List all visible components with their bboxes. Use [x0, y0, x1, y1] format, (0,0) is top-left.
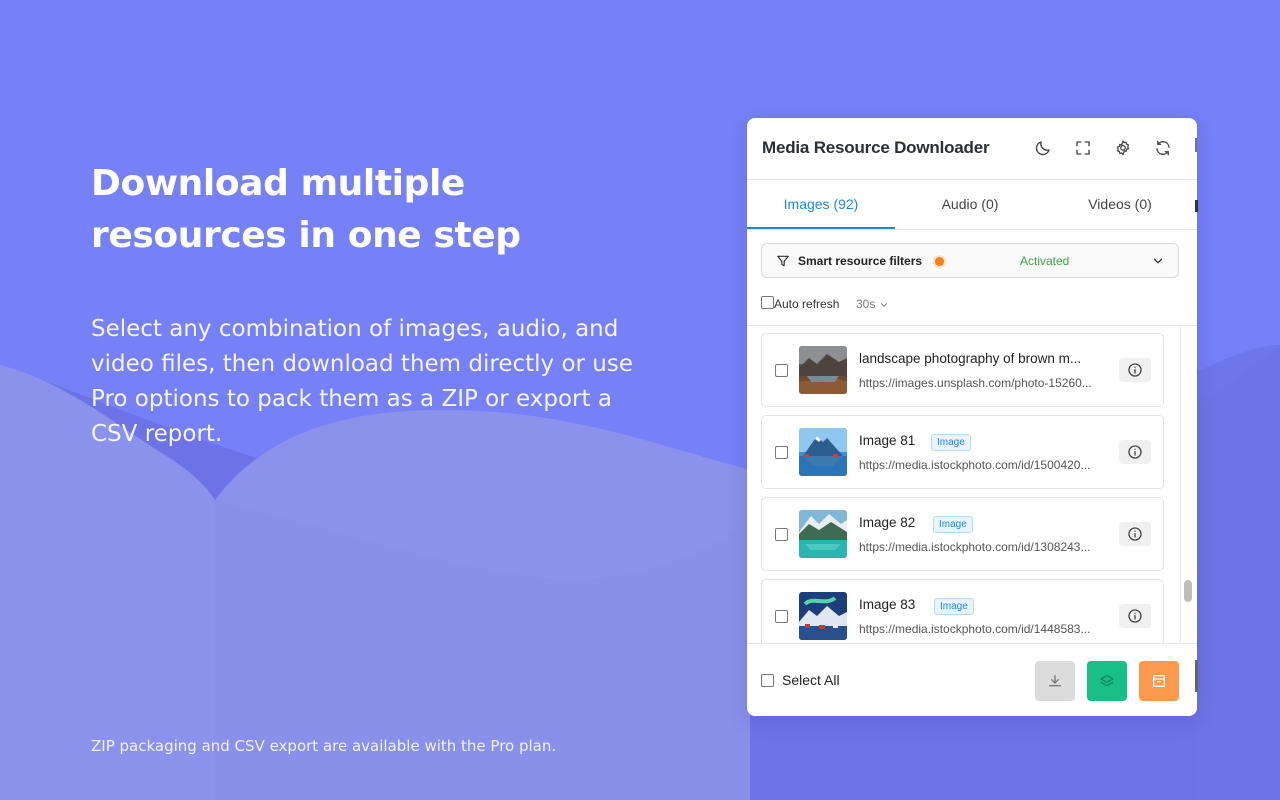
item-thumbnail [799, 346, 847, 394]
select-all-checkbox[interactable] [761, 674, 774, 687]
item-name: landscape photography of brown m... [859, 351, 1082, 366]
panel-edge-mark [1195, 138, 1197, 152]
list-item[interactable]: Image 82 Image https://media.istockphoto… [761, 497, 1164, 571]
resource-tabs: Images (92) Audio (0) Videos (0) [747, 180, 1197, 230]
active-tab-indicator [747, 227, 895, 229]
list-item[interactable]: Image 83 Image https://media.istockphoto… [761, 579, 1164, 643]
item-thumbnail [799, 592, 847, 640]
smart-filter-dropdown[interactable]: Smart resource filters Activated [761, 243, 1179, 278]
pro-plan-footnote: ZIP packaging and CSV export are availab… [91, 737, 557, 755]
item-url: https://media.istockphoto.com/id/1448583… [859, 622, 1091, 636]
auto-refresh-label: Auto refresh [774, 297, 840, 311]
hero-title: Download multiple resources in one step [91, 163, 521, 256]
download-button[interactable] [1035, 661, 1075, 701]
resource-list[interactable]: landscape photography of brown m... http… [747, 325, 1197, 643]
item-url: https://images.unsplash.com/photo-15260.… [859, 376, 1092, 390]
refresh-icon[interactable] [1153, 138, 1173, 158]
filter-status: Activated [1020, 254, 1070, 268]
info-icon [1128, 527, 1142, 541]
item-checkbox[interactable] [775, 364, 788, 377]
type-badge: Image [933, 516, 973, 533]
item-info-button[interactable] [1119, 522, 1151, 546]
item-thumbnail [799, 428, 847, 476]
item-checkbox[interactable] [775, 528, 788, 541]
item-info-button[interactable] [1119, 440, 1151, 464]
panel-edge-mark [1195, 200, 1198, 212]
moon-icon[interactable] [1033, 138, 1053, 158]
chevron-down-icon [881, 303, 888, 307]
fullscreen-icon[interactable] [1073, 138, 1093, 158]
layers-icon [1100, 675, 1114, 687]
type-badge: Image [934, 598, 974, 615]
filter-label: Smart resource filters [798, 254, 923, 268]
tab-audio[interactable]: Audio (0) [895, 180, 1045, 230]
item-url: https://media.istockphoto.com/id/1500420… [859, 458, 1091, 472]
info-icon [1128, 445, 1142, 459]
item-name: Image 82 [859, 515, 916, 530]
info-icon [1128, 363, 1142, 377]
archive-icon [1153, 675, 1165, 687]
filter-icon [777, 255, 789, 267]
item-thumbnail [799, 510, 847, 558]
panel-header: Media Resource Downloader [747, 118, 1197, 180]
zip-pack-button[interactable] [1087, 661, 1127, 701]
type-badge: Image [931, 434, 971, 451]
chevron-down-icon [1153, 258, 1163, 264]
item-checkbox[interactable] [775, 446, 788, 459]
scrollbar-track [1180, 326, 1181, 643]
hero-description: Select any combination of images, audio,… [91, 316, 634, 447]
item-name: Image 81 [859, 433, 916, 448]
item-checkbox[interactable] [775, 610, 788, 623]
tab-videos[interactable]: Videos (0) [1045, 180, 1195, 230]
panel-title: Media Resource Downloader [762, 138, 990, 157]
downloader-panel: Media Resource Downloader Images (92) Au… [747, 118, 1197, 716]
item-info-button[interactable] [1119, 358, 1151, 382]
tab-images[interactable]: Images (92) [747, 180, 895, 230]
item-name: Image 83 [859, 597, 916, 612]
item-url: https://media.istockphoto.com/id/1308243… [859, 540, 1091, 554]
panel-edge-mark [1195, 660, 1198, 692]
refresh-interval-select[interactable]: 30s [856, 297, 889, 311]
select-all-label: Select All [782, 672, 840, 688]
info-icon [1128, 609, 1142, 623]
download-icon [1049, 675, 1061, 687]
list-item[interactable]: landscape photography of brown m... http… [761, 333, 1164, 407]
auto-refresh-checkbox[interactable] [761, 296, 774, 309]
list-item[interactable]: Image 81 Image https://media.istockphoto… [761, 415, 1164, 489]
refresh-interval-value: 30s [856, 297, 876, 311]
filter-status-dot [935, 257, 944, 266]
item-info-button[interactable] [1119, 604, 1151, 628]
scrollbar-thumb[interactable] [1184, 580, 1192, 602]
panel-footer: Select All [747, 643, 1197, 716]
csv-export-button[interactable] [1139, 661, 1179, 701]
gear-icon[interactable] [1113, 138, 1133, 158]
